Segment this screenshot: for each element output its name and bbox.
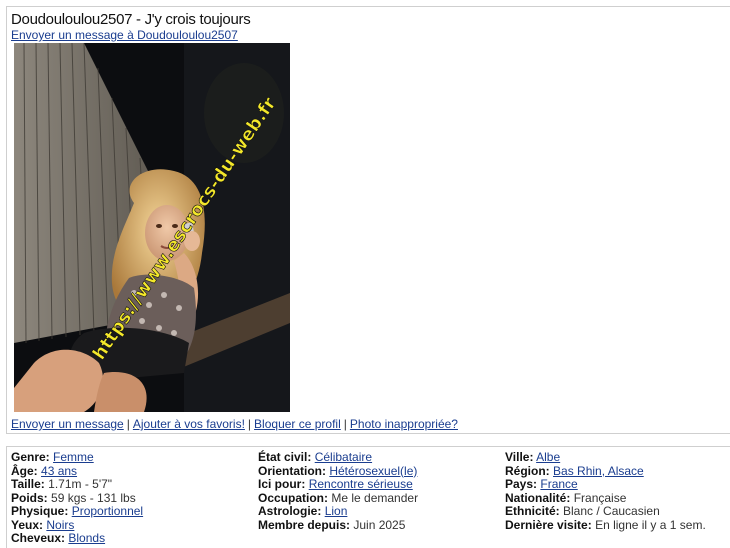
separator: | [126,417,130,431]
details-column-2: État civil: Célibataire Orientation: Hété… [258,450,419,533]
detail-label: Taille: [11,477,45,491]
detail-value-link[interactable]: Proportionnel [72,504,143,518]
profile-title: Doudouloulou2507 - J'y crois toujours [11,11,251,28]
detail-value-link[interactable]: Bas Rhin, Alsace [553,464,644,478]
send-message-button[interactable]: Envoyer un message [11,417,124,431]
detail-label: Poids: [11,490,48,505]
detail-value-link[interactable]: Rencontre sérieuse [309,477,413,491]
detail-label: Occupation: [258,490,329,505]
detail-label: Dernière visite: [505,517,592,532]
detail-row: Dernière visite: En ligne il y a 1 sem. [505,517,706,533]
detail-row: Âge: 43 ans [11,463,143,479]
detail-value-link[interactable]: Lion [325,504,348,518]
detail-row: Genre: Femme [11,450,143,465]
detail-value: Juin 2025 [353,517,406,532]
detail-row: Occupation: Me le demander [258,490,419,506]
detail-value: 59 kgs - 131 lbs [51,490,136,505]
add-to-favorites-button[interactable]: Ajouter à vos favoris! [133,417,245,431]
detail-row: Physique: Proportionnel [11,504,143,519]
detail-value: Blanc / Caucasien [563,504,660,518]
detail-value: 1.71m - 5'7" [48,477,113,491]
detail-label: Ville: [505,450,534,464]
detail-row: Ici pour: Rencontre sérieuse [258,477,418,492]
details-column-1: Genre: Femme Âge: 43 ans Taille: 1.71m - 5… [11,450,143,546]
detail-label: Ethnicité: [505,504,560,518]
profile-photo[interactable]: https://www.escrocs-du-web.fr [14,43,290,412]
detail-row: Nationalité: Française [505,490,706,506]
detail-value-link[interactable]: Blonds [68,531,105,545]
send-message-to-user-link[interactable]: Envoyer un message à Doudouloulou2507 [11,28,238,42]
profile-actions-bar: Envoyer un message | Ajouter à vos favoris… [11,417,458,431]
detail-row: Orientation: Hétérosexuel(le) [258,463,418,479]
detail-row: Cheveux: Blonds [11,531,143,546]
detail-value-link[interactable]: Albe [536,450,560,464]
detail-value-link[interactable]: Noirs [46,518,74,532]
detail-value-link[interactable]: Célibataire [315,450,372,464]
detail-label: État civil: [258,450,312,464]
detail-row: Poids: 59 kgs - 131 lbs [11,490,143,506]
separator: | [247,417,252,431]
detail-label: Yeux: [11,517,44,532]
detail-value: Française [573,490,627,505]
detail-value-link[interactable]: France [540,477,577,491]
detail-value-link[interactable]: 43 ans [41,464,77,478]
detail-label: Cheveux: [11,531,66,545]
detail-label: Physique: [11,504,69,518]
detail-label: Nationalité: [505,490,571,505]
detail-value-link[interactable]: Femme [53,450,94,464]
detail-value: Me le demander [331,490,419,505]
detail-label: Genre: [11,450,50,464]
detail-row: État civil: Célibataire [258,450,418,465]
detail-row: Taille: 1.71m - 5'7" [11,477,143,492]
detail-label: Astrologie: [258,504,322,518]
detail-label: Pays: [505,477,538,491]
report-photo-button[interactable]: Photo inappropriée? [350,417,458,431]
detail-row: Ethnicité: Blanc / Caucasien [505,504,706,519]
details-column-3: Ville: Albe Région: Bas Rhin, Alsace Pays:… [505,450,706,533]
block-profile-button[interactable]: Bloquer ce profil [254,417,341,431]
detail-label: Membre depuis: [258,517,351,532]
detail-label: Région: [505,463,550,478]
profile-details-box: Genre: Femme Âge: 43 ans Taille: 1.71m - 5… [6,446,730,548]
detail-row: Ville: Albe [505,450,706,465]
profile-header-box: Doudouloulou2507 - J'y crois toujours En… [6,6,730,434]
detail-row: Membre depuis: Juin 2025 [258,517,418,533]
detail-label: Ici pour: [258,477,306,491]
detail-row: Pays: France [505,477,706,492]
detail-value-link[interactable]: Hétérosexuel(le) [329,464,417,478]
detail-label: Orientation: [258,463,326,478]
detail-value: En ligne il y a 1 sem. [595,517,706,532]
detail-label: Âge: [11,463,38,478]
detail-row: Yeux: Noirs [11,517,143,533]
separator: | [343,417,347,431]
detail-row: Astrologie: Lion [258,504,418,519]
detail-row: Région: Bas Rhin, Alsace [505,463,706,479]
profile-photo-image: https://www.escrocs-du-web.fr [14,43,290,412]
